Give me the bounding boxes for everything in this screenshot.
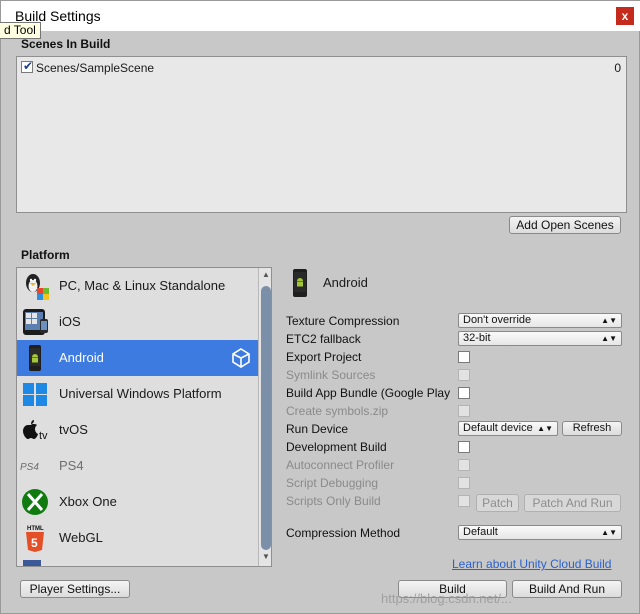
texture-compression-dropdown[interactable]: Don't override ▲▼	[458, 313, 622, 328]
scripts-only-build-label: Scripts Only Build	[286, 494, 381, 508]
texture-compression-value: Don't override	[463, 314, 532, 326]
platform-item-partial[interactable]	[17, 556, 258, 566]
platform-label-ps4: PS4	[59, 458, 84, 473]
ps4-icon: PS4	[20, 462, 39, 473]
autoconnect-profiler-checkbox[interactable]	[458, 459, 470, 471]
xbox-icon	[22, 489, 48, 515]
build-app-bundle-checkbox[interactable]	[458, 387, 470, 399]
platform-item-ios[interactable]: iOS	[17, 304, 258, 340]
scenes-in-build-label: Scenes In Build	[21, 37, 111, 51]
scene-row[interactable]: Scenes/SampleScene 0	[20, 59, 623, 76]
platform-label-xbox-one: Xbox One	[59, 494, 117, 509]
patch-and-run-button[interactable]: Patch And Run	[524, 494, 621, 512]
script-debugging-checkbox[interactable]	[458, 477, 470, 489]
build-and-run-button[interactable]: Build And Run	[512, 580, 622, 598]
create-symbols-checkbox[interactable]	[458, 405, 470, 417]
autoconnect-profiler-label: Autoconnect Profiler	[286, 458, 395, 472]
cloud-build-link[interactable]: Learn about Unity Cloud Build	[452, 557, 611, 571]
compression-method-value: Default	[463, 526, 498, 538]
export-project-label: Export Project	[286, 350, 362, 364]
platform-list: PC, Mac & Linux Standalone iOS Android U…	[16, 267, 272, 567]
platform-label: Platform	[21, 248, 70, 262]
platform-scrollbar[interactable]: ▲ ▼	[258, 268, 271, 566]
player-settings-button[interactable]: Player Settings...	[20, 580, 130, 598]
platform-label-uwp: Universal Windows Platform	[59, 386, 222, 401]
windows-icon	[23, 383, 47, 406]
ios-device-icon	[23, 309, 48, 335]
svg-text:HTML: HTML	[27, 526, 44, 532]
dropdown-arrows-icon: ▲▼	[601, 528, 617, 537]
scroll-thumb[interactable]	[261, 286, 271, 550]
pc-mac-linux-icon	[26, 274, 49, 300]
tooltip: d Tool	[0, 22, 41, 39]
scene-index: 0	[614, 61, 621, 75]
compression-method-label: Compression Method	[286, 526, 401, 540]
scene-name: Scenes/SampleScene	[36, 61, 155, 75]
scenes-list[interactable]: Scenes/SampleScene 0	[16, 56, 627, 213]
scripts-only-build-checkbox[interactable]	[458, 495, 470, 507]
platform-label-ios: iOS	[59, 314, 81, 329]
platform-item-android[interactable]: Android	[17, 340, 258, 376]
scroll-down-icon[interactable]: ▼	[261, 552, 271, 564]
dropdown-arrows-icon: ▲▼	[601, 334, 617, 343]
etc2-fallback-label: ETC2 fallback	[286, 332, 361, 346]
refresh-button[interactable]: Refresh	[562, 421, 622, 436]
platform-item-tvos[interactable]: tv tvOS	[17, 412, 258, 448]
add-open-scenes-button[interactable]: Add Open Scenes	[509, 216, 621, 234]
platform-item-webgl[interactable]: HTML 5 WebGL	[17, 520, 258, 556]
html5-icon: HTML 5	[26, 526, 44, 552]
development-build-label: Development Build	[286, 440, 387, 454]
symlink-sources-checkbox[interactable]	[458, 369, 470, 381]
development-build-checkbox[interactable]	[458, 441, 470, 453]
run-device-value: Default device	[463, 422, 533, 434]
dropdown-arrows-icon: ▲▼	[537, 424, 553, 433]
run-device-label: Run Device	[286, 422, 349, 436]
apple-tv-icon: tv	[23, 420, 48, 442]
platform-item-standalone[interactable]: PC, Mac & Linux Standalone	[17, 268, 258, 304]
unity-logo-icon	[232, 348, 250, 368]
platform-item-uwp[interactable]: Universal Windows Platform	[17, 376, 258, 412]
create-symbols-label: Create symbols.zip	[286, 404, 389, 418]
dropdown-arrows-icon: ▲▼	[601, 316, 617, 325]
platform-label-standalone: PC, Mac & Linux Standalone	[59, 278, 226, 293]
watermark-text: https://blog.csdn.net/...	[381, 591, 512, 606]
export-project-checkbox[interactable]	[458, 351, 470, 363]
close-button[interactable]: x	[616, 7, 634, 25]
run-device-dropdown[interactable]: Default device ▲▼	[458, 421, 558, 436]
platform-item-xbox-one[interactable]: Xbox One	[17, 484, 258, 520]
symlink-sources-label: Symlink Sources	[286, 368, 376, 382]
svg-text:5: 5	[31, 536, 38, 550]
etc2-fallback-dropdown[interactable]: 32-bit ▲▼	[458, 331, 622, 346]
svg-text:PS4: PS4	[20, 462, 39, 473]
android-device-icon	[29, 345, 41, 371]
facebook-icon	[23, 560, 41, 566]
svg-text:tv: tv	[39, 430, 48, 442]
texture-compression-label: Texture Compression	[286, 314, 400, 328]
scroll-up-icon[interactable]: ▲	[261, 270, 271, 282]
etc2-fallback-value: 32-bit	[463, 332, 491, 344]
platform-settings-title: Android	[323, 275, 368, 290]
platform-label-tvos: tvOS	[59, 422, 88, 437]
build-settings-window: Build Settings x d Tool Scenes In Build …	[0, 0, 640, 614]
platform-label-webgl: WebGL	[59, 530, 103, 545]
compression-method-dropdown[interactable]: Default ▲▼	[458, 525, 622, 540]
script-debugging-label: Script Debugging	[286, 476, 379, 490]
scene-include-checkbox[interactable]	[21, 59, 33, 73]
build-app-bundle-label: Build App Bundle (Google Play	[286, 386, 451, 400]
platform-item-ps4[interactable]: PS4 PS4	[17, 448, 258, 484]
android-device-icon	[293, 269, 307, 297]
patch-button[interactable]: Patch	[476, 494, 519, 512]
platform-label-android: Android	[59, 350, 104, 365]
title-bar: Build Settings x	[1, 1, 640, 31]
